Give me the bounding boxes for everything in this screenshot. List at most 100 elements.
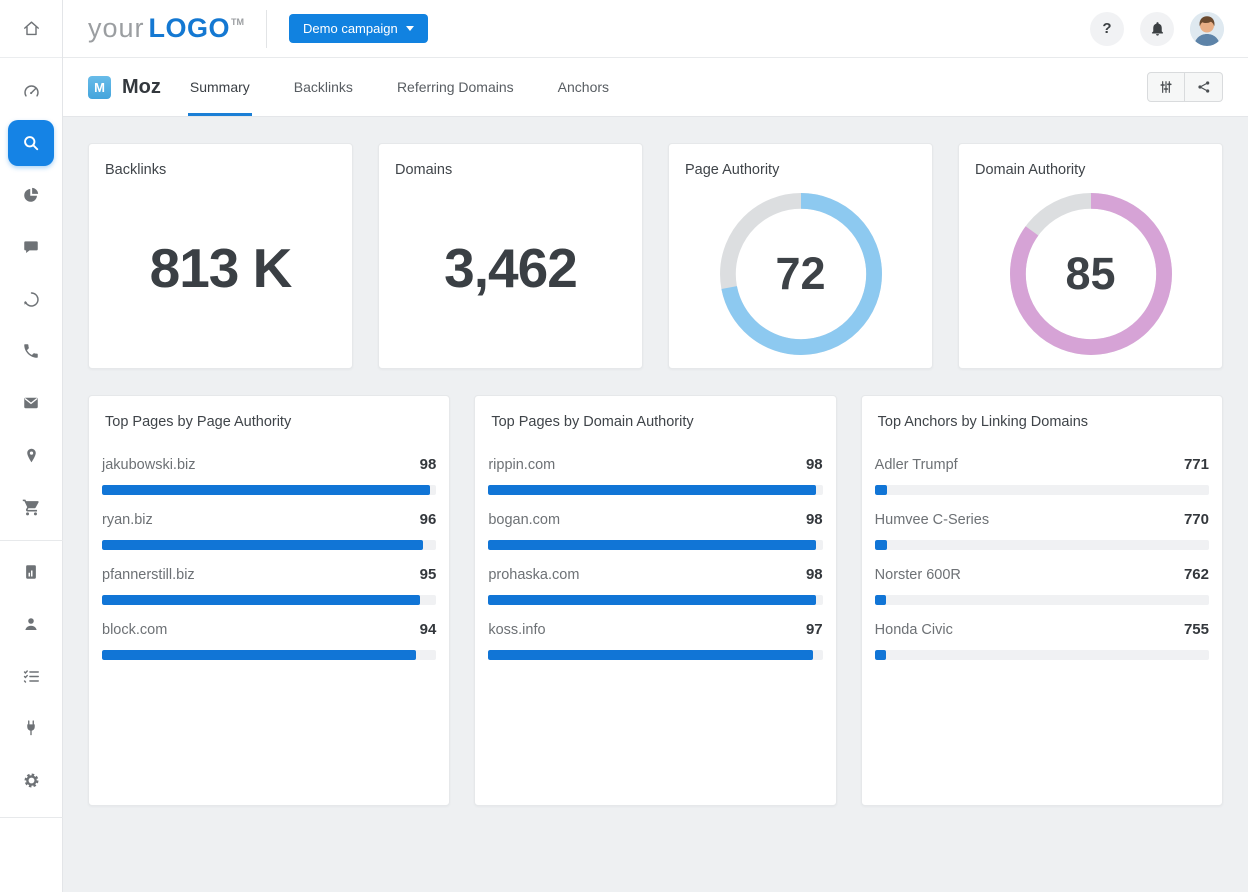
list-card-top-pages-by-domain-authority: Top Pages by Domain Authority rippin.com… [474, 395, 836, 806]
list-item: Honda Civic 755 [875, 621, 1209, 660]
sidebar-item-dashboard-gauge[interactable] [0, 65, 63, 117]
logo-trademark: TM [231, 17, 244, 27]
list-item: Adler Trumpf 771 [875, 456, 1209, 495]
share-button[interactable] [1185, 72, 1223, 102]
notifications-button[interactable] [1140, 12, 1174, 46]
sidebar-item-chat[interactable] [0, 221, 63, 273]
kpi-row: Backlinks813 KDomains3,462Page Authority… [88, 143, 1223, 369]
kpi-title: Domain Authority [959, 144, 1222, 178]
tab-anchors[interactable]: Anchors [556, 58, 611, 116]
sidebar-item-plug[interactable] [0, 702, 63, 754]
list-title: Top Anchors by Linking Domains [862, 396, 1222, 430]
user-avatar[interactable] [1190, 12, 1224, 46]
item-bar-fill [488, 650, 812, 660]
list-card-top-pages-by-page-authority: Top Pages by Page Authority jakubowski.b… [88, 395, 450, 806]
sidebar-item-location-pin[interactable] [0, 429, 63, 481]
item-bar-track [875, 595, 1209, 605]
share-icon [1196, 79, 1212, 95]
sidebar-item-person[interactable] [0, 598, 63, 650]
item-bar-track [875, 540, 1209, 550]
list-item: prohaska.com 98 [488, 566, 822, 605]
item-bar-fill [102, 595, 420, 605]
filter-sliders-button[interactable] [1147, 72, 1185, 102]
item-name: koss.info [488, 622, 545, 638]
kpi-card-domains: Domains3,462 [378, 143, 643, 369]
app-window: your LOGO TM Demo campaign ? [0, 0, 1248, 892]
item-bar-track [488, 595, 822, 605]
item-name: pfannerstill.biz [102, 567, 195, 583]
tab-backlinks[interactable]: Backlinks [292, 58, 355, 116]
item-name: Honda Civic [875, 622, 953, 638]
item-bar-track [488, 650, 822, 660]
list-item: pfannerstill.biz 95 [102, 566, 436, 605]
item-bar-track [488, 540, 822, 550]
kpi-card-page-authority: Page Authority 72 [668, 143, 933, 369]
item-value: 94 [420, 621, 437, 638]
report-icon [22, 563, 40, 581]
list-item: jakubowski.biz 98 [102, 456, 436, 495]
item-name: Norster 600R [875, 567, 961, 583]
sidebar-item-search[interactable] [0, 117, 63, 169]
top-header: your LOGO TM Demo campaign ? [63, 0, 1248, 58]
dashboard-gauge-icon [22, 82, 41, 101]
sidebar-item-gear[interactable] [0, 754, 63, 806]
list-item: bogan.com 98 [488, 511, 822, 550]
location-pin-icon [23, 447, 40, 464]
item-value: 98 [806, 566, 823, 583]
filter-sliders-icon [1158, 79, 1174, 95]
sidebar-item-report[interactable] [0, 546, 63, 598]
item-bar-fill [488, 595, 816, 605]
kpi-value: 3,462 [444, 236, 577, 310]
sidebar-item-home[interactable] [0, 0, 62, 58]
source-branding: M Moz [88, 58, 161, 116]
item-name: ryan.biz [102, 512, 153, 528]
item-name: prohaska.com [488, 567, 579, 583]
item-value: 98 [806, 456, 823, 473]
item-name: jakubowski.biz [102, 457, 196, 473]
sidebar [0, 0, 63, 892]
plug-icon [22, 719, 40, 737]
app-logo: your LOGO TM [88, 13, 244, 44]
avatar-image [1190, 12, 1224, 46]
logo-prefix: your [88, 13, 145, 44]
help-button[interactable]: ? [1090, 12, 1124, 46]
item-value: 771 [1184, 456, 1209, 473]
sidebar-item-phone[interactable] [0, 325, 63, 377]
item-value: 98 [806, 511, 823, 528]
kpi-card-domain-authority: Domain Authority 85 [958, 143, 1223, 369]
kpi-title: Page Authority [669, 144, 932, 178]
cart-icon [22, 498, 41, 517]
sidebar-item-mail[interactable] [0, 377, 63, 429]
sidebar-item-cart[interactable] [0, 481, 63, 533]
donut-chart: 72 [715, 188, 887, 360]
donut-value: 72 [715, 188, 887, 360]
list-item: Humvee C-Series 770 [875, 511, 1209, 550]
list-item: rippin.com 98 [488, 456, 822, 495]
list-item: koss.info 97 [488, 621, 822, 660]
item-bar-fill [875, 650, 886, 660]
item-bar-track [102, 650, 436, 660]
sidebar-item-checklist[interactable] [0, 650, 63, 702]
list-item: ryan.biz 96 [102, 511, 436, 550]
list-row: Top Pages by Page Authority jakubowski.b… [88, 395, 1223, 806]
person-icon [22, 615, 40, 633]
tab-referring-domains[interactable]: Referring Domains [395, 58, 516, 116]
item-bar-fill [875, 595, 886, 605]
header-divider [266, 10, 267, 48]
kpi-value: 813 K [150, 236, 292, 310]
item-bar-track [488, 485, 822, 495]
moz-logo-icon: M [88, 76, 111, 99]
list-card-top-anchors-by-linking-domains: Top Anchors by Linking Domains Adler Tru… [861, 395, 1223, 806]
item-bar-track [875, 650, 1209, 660]
campaign-dropdown-button[interactable]: Demo campaign [289, 14, 428, 43]
phone-icon [22, 342, 40, 360]
list-item: Norster 600R 762 [875, 566, 1209, 605]
item-value: 97 [806, 621, 823, 638]
item-bar-fill [102, 650, 416, 660]
home-icon [22, 19, 41, 38]
item-value: 95 [420, 566, 437, 583]
tool-button-group [1147, 72, 1223, 102]
tab-summary[interactable]: Summary [188, 58, 252, 116]
sidebar-item-ppc-swirl[interactable] [0, 273, 63, 325]
sidebar-item-pie-chart[interactable] [0, 169, 63, 221]
